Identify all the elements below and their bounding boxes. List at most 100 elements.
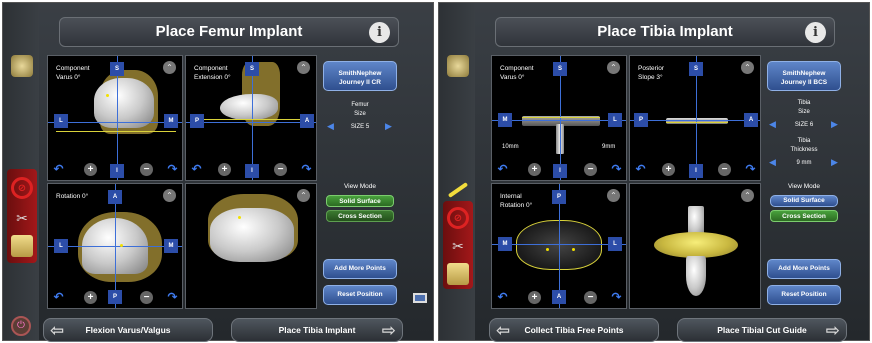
axis-label: S (689, 62, 703, 76)
pen-icon[interactable] (447, 179, 469, 201)
axis-label: M (498, 113, 512, 127)
plus-icon[interactable]: + (528, 291, 541, 304)
page-title: Place Femur Implant (155, 23, 303, 40)
power-icon[interactable]: ⏻ (11, 316, 31, 336)
viewport-3d[interactable]: ⌃ (185, 183, 317, 309)
viewport-varus[interactable]: Component Varus 0° ⌃ S L M I ↶ + − ↷ (47, 55, 183, 181)
collapse-icon[interactable]: ⌃ (163, 61, 176, 74)
next-nav-button[interactable]: Place Tibial Cut Guide ⇨ (677, 318, 847, 342)
viewport-3d[interactable]: ⌃ (629, 183, 761, 309)
cut-line (666, 122, 728, 123)
implant-brand: SmithNephew (338, 70, 382, 77)
landmark-point (546, 248, 549, 251)
viewport-extension[interactable]: Component Extension 0° ⌃ S P A I ↶ + − ↷ (185, 55, 317, 181)
minus-icon[interactable]: − (584, 291, 597, 304)
rotate-cw-icon[interactable]: ↷ (744, 163, 757, 176)
plus-icon[interactable]: + (218, 163, 231, 176)
rotate-cw-icon[interactable]: ↷ (610, 291, 623, 304)
viewport-label: Rotation 0° (56, 193, 89, 200)
minus-icon[interactable]: − (140, 291, 153, 304)
viewport-slope[interactable]: Posterior Slope 3° ⌃ S P A I ↶ + − ↷ (629, 55, 761, 181)
tibia-plateau (654, 232, 738, 258)
tibia-stem (686, 256, 706, 296)
minus-icon[interactable]: − (718, 163, 731, 176)
rotate-ccw-icon[interactable]: ↶ (634, 163, 647, 176)
rotate-ccw-icon[interactable]: ↶ (52, 163, 65, 176)
axis-label: A (552, 290, 566, 304)
hide-bone-icon[interactable]: ⊘ (11, 177, 33, 199)
axis-label: P (190, 114, 204, 128)
back-nav-button[interactable]: ⇦ Flexion Varus/Valgus (43, 318, 213, 342)
collapse-icon[interactable]: ⌃ (607, 189, 620, 202)
rotate-ccw-icon[interactable]: ↶ (496, 291, 509, 304)
rotate-cw-icon[interactable]: ↷ (610, 163, 623, 176)
axis-label: P (108, 290, 122, 304)
rotate-cw-icon[interactable]: ↷ (166, 163, 179, 176)
landmark-point (106, 94, 109, 97)
knee-joint-icon[interactable] (11, 235, 33, 257)
collapse-icon[interactable]: ⌃ (297, 61, 310, 74)
tibia-bone-icon[interactable] (447, 55, 469, 77)
implant-brand: SmithNephew (782, 70, 826, 77)
rotate-cw-icon[interactable]: ↷ (300, 163, 313, 176)
implant-brand-button[interactable]: SmithNephew Journey II CR (323, 61, 397, 91)
solid-surface-button[interactable]: Solid Surface (326, 195, 394, 207)
plus-icon[interactable]: + (84, 291, 97, 304)
next-nav-button[interactable]: Place Tibia Implant ⇨ (231, 318, 403, 342)
reset-position-button[interactable]: Reset Position (767, 285, 841, 305)
back-nav-button[interactable]: ⇦ Collect Tibia Free Points (489, 318, 659, 342)
rotate-cw-icon[interactable]: ↷ (166, 291, 179, 304)
info-icon[interactable]: i (805, 22, 826, 43)
solid-surface-button[interactable]: Solid Surface (770, 195, 838, 207)
monitor-icon[interactable] (413, 293, 427, 303)
add-more-points-button[interactable]: Add More Points (323, 259, 397, 279)
knee-joint-icon[interactable] (447, 263, 469, 285)
rotate-ccw-icon[interactable]: ↶ (190, 163, 203, 176)
plus-icon[interactable]: + (84, 163, 97, 176)
add-more-points-button[interactable]: Add More Points (767, 259, 841, 279)
implant-brand-button[interactable]: SmithNephew Journey II BCS (767, 61, 841, 91)
hide-bone-icon[interactable]: ⊘ (447, 207, 469, 229)
back-nav-label: Flexion Varus/Valgus (85, 325, 171, 335)
viewport-rotation[interactable]: Internal Rotation 0° ⌃ P M L A ↶ + − ↷ (491, 183, 627, 309)
minus-icon[interactable]: − (274, 163, 287, 176)
size-increase-icon[interactable]: ▶ (385, 121, 392, 132)
thickness-increase-icon[interactable]: ▶ (831, 157, 838, 168)
axis-label: I (553, 164, 567, 178)
collapse-icon[interactable]: ⌃ (741, 61, 754, 74)
rotate-ccw-icon[interactable]: ↶ (496, 163, 509, 176)
axis-label: L (54, 114, 68, 128)
left-tool-strip: ⊘ ✂ ⏻ (3, 3, 39, 340)
cross-section-icon[interactable]: ✂ (447, 235, 469, 257)
viewport-label: Component Varus 0° (56, 65, 90, 81)
collapse-icon[interactable]: ⌃ (607, 61, 620, 74)
back-arrow-icon: ⇦ (50, 321, 65, 340)
tibia-tray (666, 118, 728, 124)
collapse-icon[interactable]: ⌃ (297, 189, 310, 202)
back-arrow-icon: ⇦ (496, 321, 511, 340)
collapse-icon[interactable]: ⌃ (163, 189, 176, 202)
view-mode-title: View Mode (343, 183, 377, 190)
size-increase-icon[interactable]: ▶ (831, 119, 838, 130)
viewport-rotation[interactable]: Rotation 0° ⌃ A L M P ↶ + − ↷ (47, 183, 183, 309)
landmark-point (572, 248, 575, 251)
rotate-ccw-icon[interactable]: ↶ (52, 291, 65, 304)
femur-implant (94, 78, 154, 128)
info-icon[interactable]: i (369, 22, 390, 43)
size-title: Femur Size (351, 102, 369, 117)
cross-section-button[interactable]: Cross Section (326, 210, 394, 222)
collapse-icon[interactable]: ⌃ (741, 189, 754, 202)
plus-icon[interactable]: + (662, 163, 675, 176)
viewport-label: Component Varus 0° (500, 65, 534, 81)
minus-icon[interactable]: − (584, 163, 597, 176)
axis-label: L (608, 237, 622, 251)
viewport-varus[interactable]: Component Varus 0° ⌃ S M L I 10mm 9mm ↶ … (491, 55, 627, 181)
cross-section-icon[interactable]: ✂ (11, 207, 33, 229)
axis-label: M (498, 237, 512, 251)
lateral-depth: 9mm (602, 144, 616, 150)
reset-position-button[interactable]: Reset Position (323, 285, 397, 305)
plus-icon[interactable]: + (528, 163, 541, 176)
minus-icon[interactable]: − (140, 163, 153, 176)
femur-bone-icon[interactable] (11, 55, 33, 77)
cross-section-button[interactable]: Cross Section (770, 210, 838, 222)
